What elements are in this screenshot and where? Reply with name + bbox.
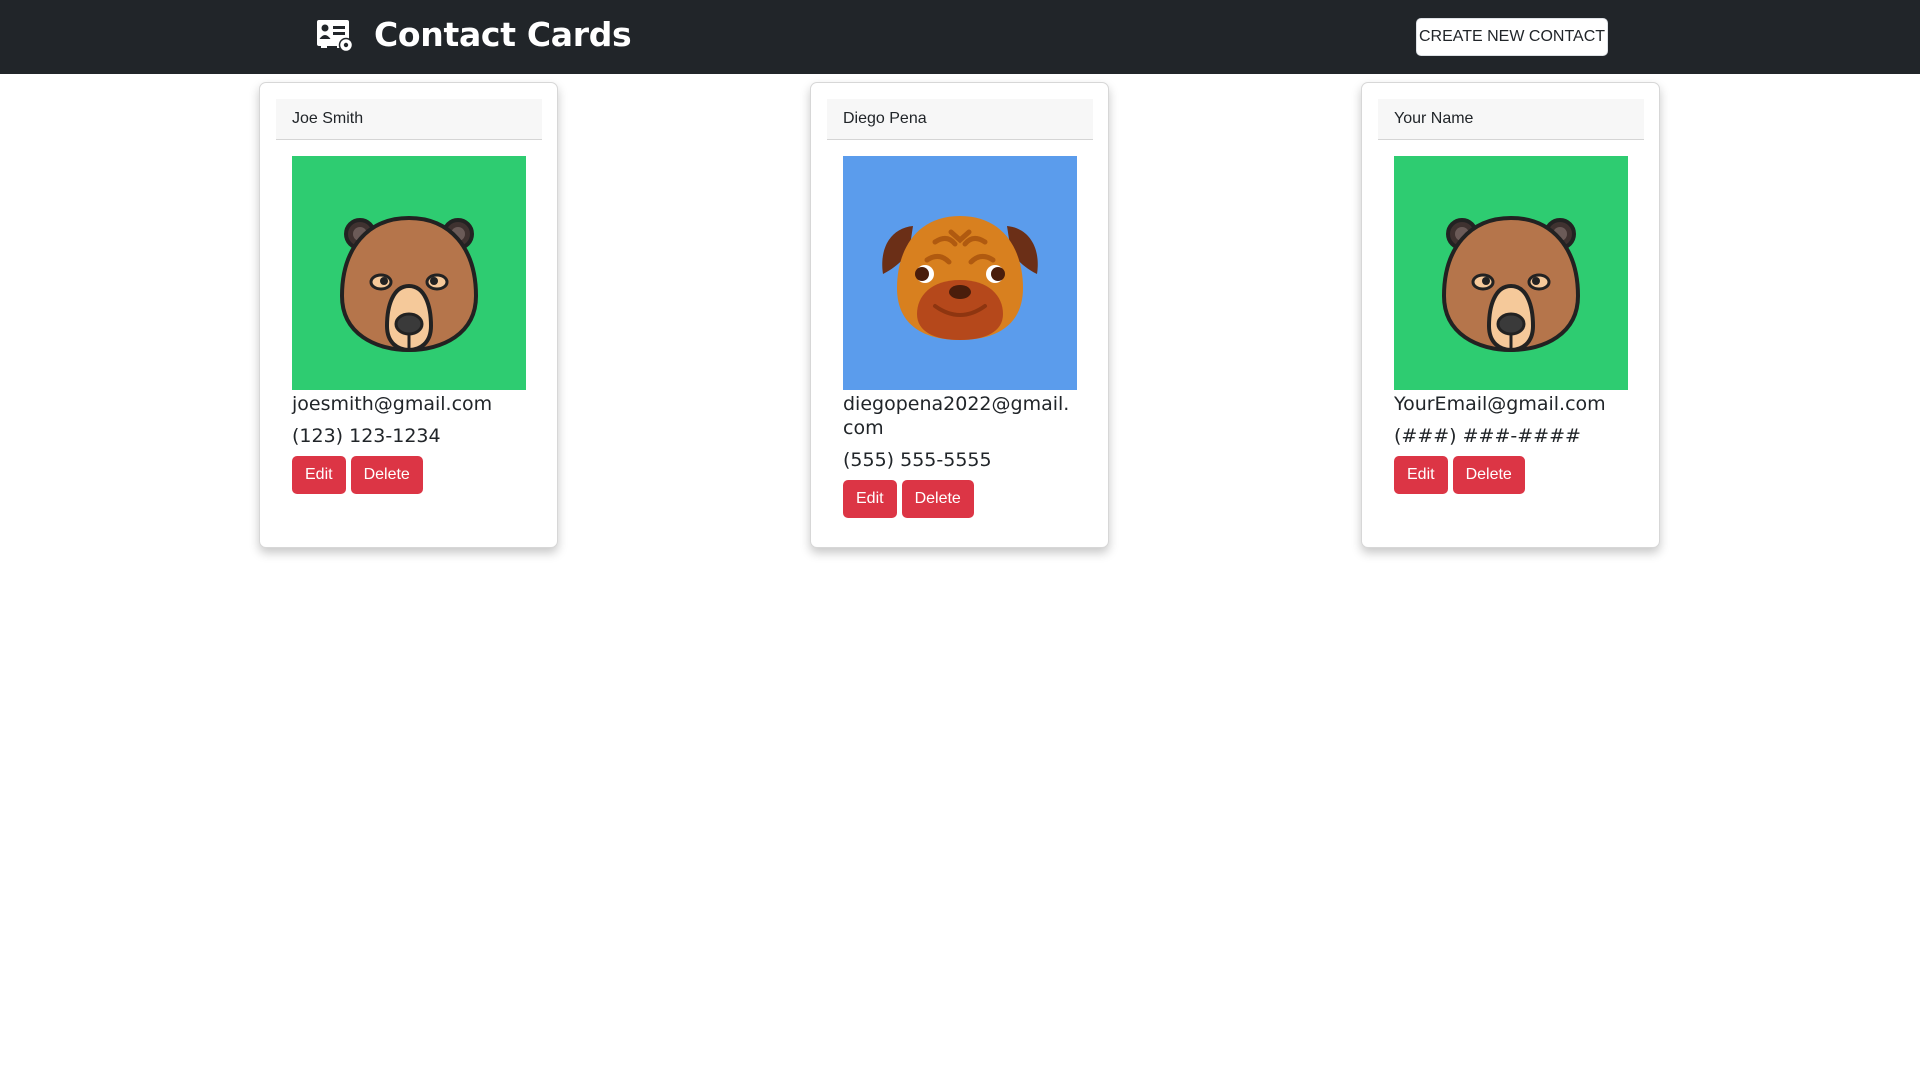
edit-button[interactable]: Edit (292, 456, 346, 494)
contact-card-body: YourEmail@gmail.com (###) ###-#### Edit … (1394, 156, 1628, 494)
contact-card: Joe Smith joesmith@gmail.com (123) 123-1… (259, 82, 558, 548)
card-actions: Edit Delete (1394, 456, 1628, 494)
contact-card: Diego Pena diegopena2022@gmail.com (555)… (810, 82, 1109, 548)
contact-email: YourEmail@gmail.com (1394, 393, 1606, 415)
contact-card-icon (316, 17, 354, 53)
contact-card-body: joesmith@gmail.com (123) 123-1234 Edit D… (292, 156, 526, 494)
contact-card: Your Name YourEmail@gmail.com (###) ###-… (1361, 82, 1660, 548)
delete-button[interactable]: Delete (350, 456, 423, 494)
contact-name: Your Name (1378, 99, 1644, 140)
bear-icon (1394, 156, 1628, 390)
card-actions: Edit Delete (292, 456, 526, 494)
create-new-contact-button[interactable]: CREATE NEW CONTACT (1416, 18, 1608, 56)
edit-button[interactable]: Edit (1394, 456, 1448, 494)
contact-email: joesmith@gmail.com (292, 393, 493, 415)
contact-email: diegopena2022@gmail.com (843, 393, 1070, 439)
brand[interactable]: Contact Cards (316, 15, 632, 54)
contact-name: Diego Pena (827, 99, 1093, 140)
contact-name: Joe Smith (276, 99, 542, 140)
card-actions: Edit Delete (843, 480, 1077, 518)
contact-card-body: diegopena2022@gmail.com (555) 555-5555 E… (843, 156, 1077, 518)
bear-icon (292, 156, 526, 390)
pug-dog-icon (843, 156, 1077, 390)
navbar: Contact Cards CREATE NEW CONTACT (0, 0, 1920, 74)
app-title: Contact Cards (374, 15, 632, 54)
delete-button[interactable]: Delete (1452, 456, 1525, 494)
contact-phone: (###) ###-#### (1394, 425, 1581, 447)
contact-phone: (123) 123-1234 (292, 425, 441, 447)
edit-button[interactable]: Edit (843, 480, 897, 518)
contact-phone: (555) 555-5555 (843, 449, 992, 471)
delete-button[interactable]: Delete (901, 480, 974, 518)
